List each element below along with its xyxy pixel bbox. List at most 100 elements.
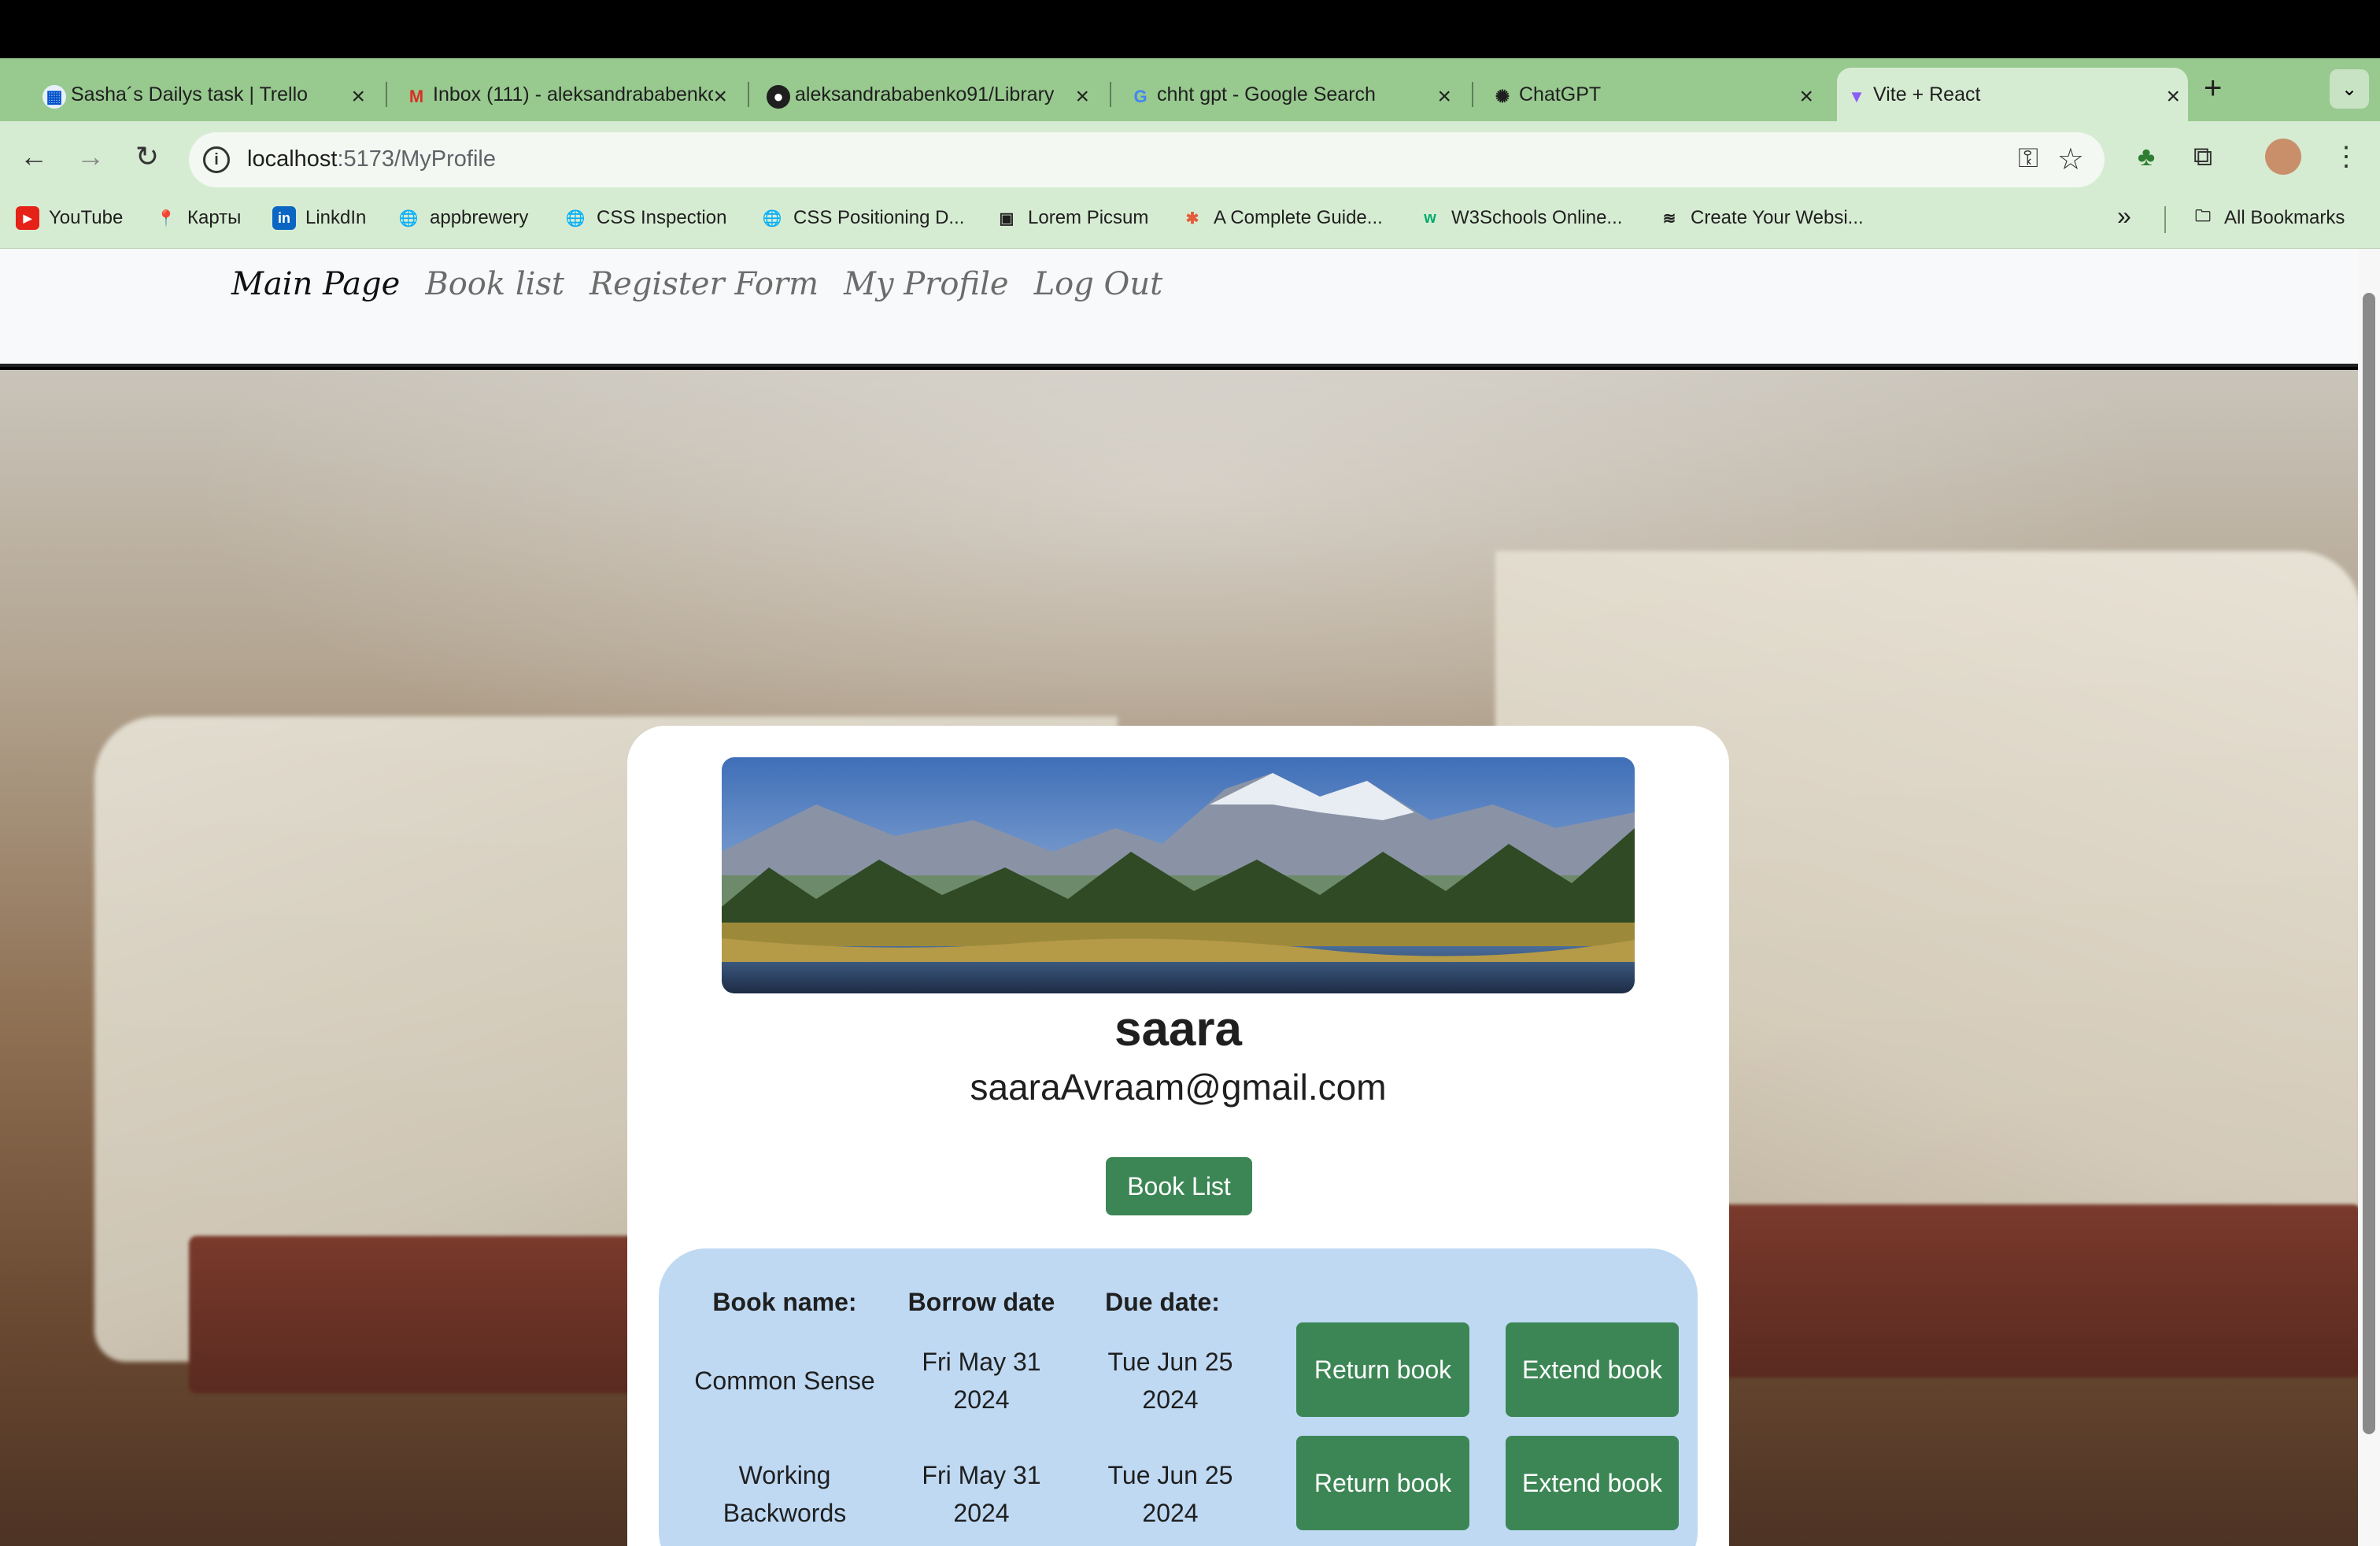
tab-strip: ▦ Sasha´s Dailys task | Trello × M Inbox… xyxy=(0,58,2380,121)
extend-book-button[interactable]: Extend book xyxy=(1506,1436,1679,1530)
bookmark-lorem-picsum[interactable]: ▣ Lorem Picsum xyxy=(995,206,1149,230)
bookmark-css-inspection[interactable]: 🌐 CSS Inspection xyxy=(564,206,727,230)
bookmark-youtube[interactable]: ▶ YouTube xyxy=(16,206,123,230)
nav-my-profile[interactable]: My Profile xyxy=(844,266,1009,302)
row-1-book-name: Common Sense xyxy=(694,1367,875,1395)
close-icon[interactable]: × xyxy=(1799,83,1813,110)
github-icon: ● xyxy=(767,85,790,109)
bookmark-label: LinkdIn xyxy=(305,207,367,228)
gmail-icon: M xyxy=(408,87,424,106)
trello-icon: ▦ xyxy=(42,85,66,109)
tab-title: Vite + React xyxy=(1873,83,1981,105)
profile-email: saaraAvraam@gmail.com xyxy=(970,1067,1387,1108)
globe-icon: 🌐 xyxy=(398,209,419,227)
open-book-background: saara saaraAvraam@gmail.com Book List Bo… xyxy=(0,370,2358,1546)
close-icon[interactable]: × xyxy=(1075,83,1089,110)
nav-main-page[interactable]: Main Page xyxy=(231,266,400,302)
maps-pin-icon: 📍 xyxy=(156,209,176,227)
profile-username: saara xyxy=(1114,1002,1243,1056)
tab-separator xyxy=(1472,82,1473,107)
tab-title: Inbox (111) - aleksandrababenko xyxy=(433,83,713,105)
row-2-borrow-date: Fri May 31 2024 xyxy=(922,1461,1041,1527)
bookmark-complete-guide[interactable]: ✱ A Complete Guide... xyxy=(1181,206,1383,230)
extensions-puzzle-icon[interactable]: ⧉ xyxy=(2183,137,2223,176)
bookmarks-bar: ▶ YouTube 📍 Карты in LinkdIn 🌐 appbrewer… xyxy=(0,192,2380,249)
tab-chatgpt[interactable]: ✺ ChatGPT × xyxy=(1483,68,1821,121)
globe-icon: 🌐 xyxy=(762,209,782,227)
bookmark-label: Create Your Websi... xyxy=(1691,207,1864,228)
url-text: localhost:5173/MyProfile xyxy=(247,146,496,172)
bookmark-label: All Bookmarks xyxy=(2224,207,2345,228)
profile-avatar-icon[interactable] xyxy=(2265,139,2301,175)
nav-register-form[interactable]: Register Form xyxy=(589,266,819,302)
row-1-due-date: Tue Jun 25 2024 xyxy=(1107,1348,1233,1414)
header-borrow-date: Borrow date xyxy=(907,1288,1055,1316)
extend-book-button[interactable]: Extend book xyxy=(1506,1322,1679,1417)
bookmark-appbrewery[interactable]: 🌐 appbrewery xyxy=(397,206,529,230)
nav-log-out[interactable]: Log Out xyxy=(1034,266,1163,302)
header-book-name: Book name: xyxy=(712,1288,857,1316)
forward-arrow-icon[interactable]: → xyxy=(72,139,109,175)
bookmark-css-positioning[interactable]: 🌐 CSS Positioning D... xyxy=(760,206,965,230)
url-host: localhost xyxy=(247,146,338,172)
extension-html-icon[interactable]: ♣ xyxy=(2127,137,2166,176)
bookmark-maps[interactable]: 📍 Карты xyxy=(154,206,242,230)
bookmark-label: CSS Inspection xyxy=(597,207,727,228)
close-icon[interactable]: × xyxy=(2166,83,2180,110)
new-tab-button[interactable]: + xyxy=(2204,71,2222,106)
tab-title: chht gpt - Google Search xyxy=(1157,83,1376,105)
scrollbar-thumb[interactable] xyxy=(2363,293,2375,1434)
bookmarks-divider xyxy=(2164,206,2166,233)
nav-links: Main Page Book list Register Form My Pro… xyxy=(231,266,1162,302)
mountain-landscape-image xyxy=(722,757,1635,993)
site-navbar: Main Page Book list Register Form My Pro… xyxy=(0,249,2358,367)
bookmark-label: appbrewery xyxy=(430,207,529,228)
reload-icon[interactable]: ↻ xyxy=(129,139,165,175)
return-book-button[interactable]: Return book xyxy=(1296,1436,1469,1530)
nav-book-list[interactable]: Book list xyxy=(425,266,564,302)
tab-trello[interactable]: ▦ Sasha´s Dailys task | Trello × xyxy=(35,68,373,121)
close-icon[interactable]: × xyxy=(351,83,365,110)
screen-top-bar xyxy=(0,0,2380,58)
profile-banner-image xyxy=(722,757,1635,993)
bookmark-label: Карты xyxy=(187,207,242,228)
youtube-icon: ▶ xyxy=(16,206,39,230)
folder-icon: 🗀 xyxy=(2195,208,2211,225)
tab-separator xyxy=(748,82,749,107)
tab-title: Sasha´s Dailys task | Trello xyxy=(71,83,309,105)
vite-icon: ▼ xyxy=(1848,87,1865,106)
bookmark-label: W3Schools Online... xyxy=(1451,207,1623,228)
url-path: :5173/MyProfile xyxy=(337,146,496,172)
image-icon: ▣ xyxy=(999,209,1014,227)
chatgpt-icon: ✺ xyxy=(1495,87,1510,106)
close-icon[interactable]: × xyxy=(1437,83,1451,110)
page-scrollbar[interactable] xyxy=(2358,249,2380,1546)
return-book-button[interactable]: Return book xyxy=(1296,1322,1469,1417)
globe-icon: 🌐 xyxy=(565,209,586,227)
bookmark-w3schools[interactable]: w W3Schools Online... xyxy=(1418,206,1622,230)
tab-title: aleksandrababenko91/Library xyxy=(795,83,1055,105)
book-right-edge xyxy=(1692,1204,2358,1378)
site-info-icon[interactable]: i xyxy=(203,146,230,173)
address-bar[interactable]: i localhost:5173/MyProfile ⚿ ☆ xyxy=(189,132,2105,187)
bookmark-label: CSS Positioning D... xyxy=(793,207,965,228)
close-icon[interactable]: × xyxy=(713,83,727,110)
tab-google-search[interactable]: G chht gpt - Google Search × xyxy=(1121,68,1459,121)
tab-search-chevron-icon[interactable]: ⌄ xyxy=(2330,69,2369,109)
google-icon: G xyxy=(1133,87,1148,106)
tab-github[interactable]: ● aleksandrababenko91/Library × xyxy=(759,68,1097,121)
more-menu-icon[interactable]: ⋮ xyxy=(2326,137,2366,176)
all-bookmarks-folder[interactable]: 🗀 All Bookmarks xyxy=(2191,206,2345,230)
bookmark-star-icon[interactable]: ☆ xyxy=(2057,142,2084,177)
more-bookmarks-icon[interactable]: » xyxy=(2117,202,2131,231)
book-list-button[interactable]: Book List xyxy=(1106,1157,1252,1215)
header-due-date: Due date: xyxy=(1105,1288,1220,1316)
tab-vite-react[interactable]: ▼ Vite + React × xyxy=(1837,68,2188,121)
row-2-due-date: Tue Jun 25 2024 xyxy=(1107,1461,1233,1527)
bookmark-create-website[interactable]: ≋ Create Your Websi... xyxy=(1658,206,1864,230)
password-key-icon[interactable]: ⚿ xyxy=(2018,143,2038,174)
bookmark-linkedin[interactable]: in LinkdIn xyxy=(272,206,366,230)
tab-gmail[interactable]: M Inbox (111) - aleksandrababenko × xyxy=(397,68,735,121)
bookmark-label: A Complete Guide... xyxy=(1214,207,1383,228)
back-arrow-icon[interactable]: ← xyxy=(16,139,52,175)
